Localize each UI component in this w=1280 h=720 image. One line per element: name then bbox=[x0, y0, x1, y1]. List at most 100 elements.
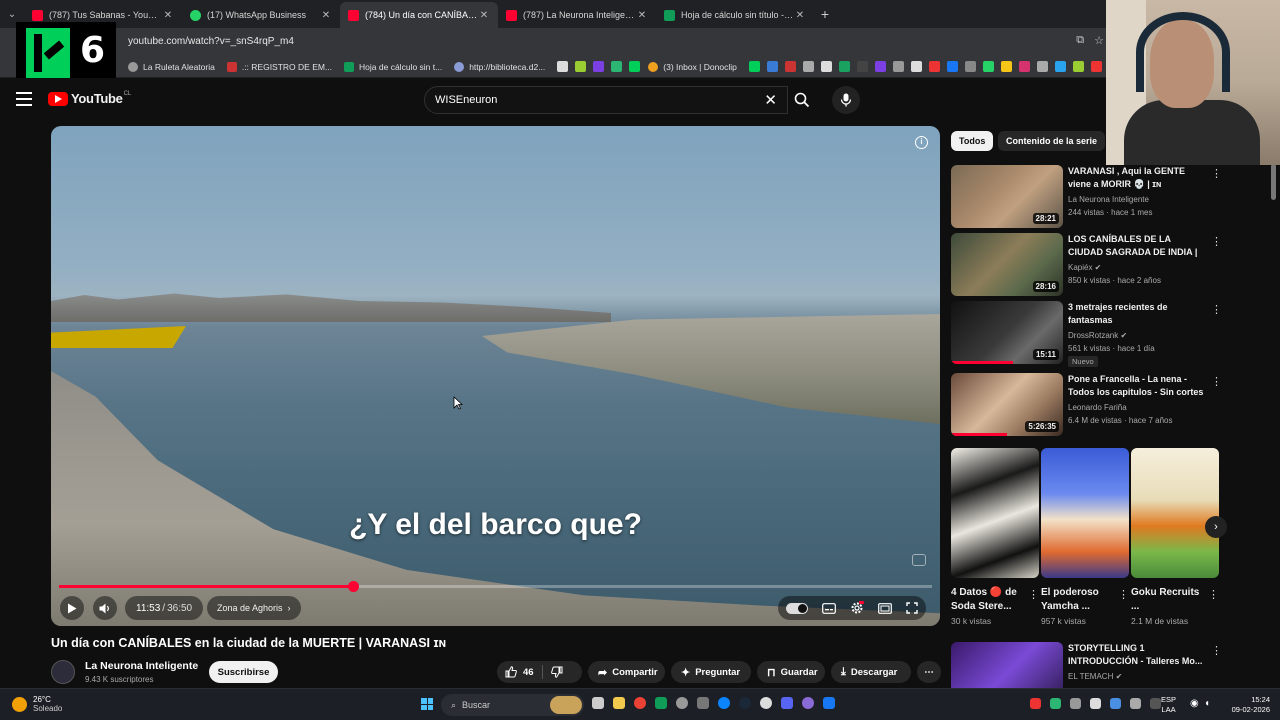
shorts-thumbnail[interactable] bbox=[1041, 448, 1129, 578]
recommendation-channel[interactable]: DrossRotzank ✔ bbox=[1068, 331, 1127, 340]
progress-bar[interactable] bbox=[59, 581, 932, 592]
search-input[interactable]: WISEneuron ✕ bbox=[424, 86, 788, 114]
recommendation-channel[interactable]: La Neurona Inteligente bbox=[1068, 195, 1149, 204]
bookmark-icon[interactable] bbox=[874, 61, 886, 72]
play-button[interactable] bbox=[60, 596, 84, 620]
recommendation-item[interactable]: 15:11 3 metrajes recientes de fantasmas … bbox=[951, 301, 1231, 367]
chip-serie[interactable]: Contenido de la serie bbox=[998, 131, 1106, 151]
bookmark-icon[interactable] bbox=[892, 61, 904, 72]
input-language[interactable]: ESP LAA bbox=[1161, 695, 1176, 715]
bookmark-icon[interactable] bbox=[856, 61, 868, 72]
close-tab-icon[interactable]: ✕ bbox=[478, 10, 490, 21]
video-player[interactable]: i ¿Y el del barco que? 11:53 / 36:50 Zon… bbox=[51, 126, 940, 626]
channel-avatar[interactable] bbox=[51, 660, 75, 684]
theater-mode-icon[interactable] bbox=[878, 602, 892, 614]
hamburger-menu-icon[interactable] bbox=[16, 92, 32, 106]
bookmark-icon[interactable] bbox=[575, 61, 587, 72]
video-thumbnail[interactable]: 28:21 bbox=[951, 165, 1063, 228]
shorts-item[interactable]: 4 Datos 🔴 de Soda Stere... 30 k vistas ⋮ bbox=[951, 448, 1039, 626]
bookmark-icon[interactable] bbox=[928, 61, 940, 72]
edge-icon[interactable] bbox=[718, 697, 730, 709]
bookmark-icon[interactable] bbox=[766, 61, 778, 72]
close-tab-icon[interactable]: ✕ bbox=[636, 10, 648, 21]
app-icon[interactable] bbox=[823, 697, 835, 709]
more-vertical-icon[interactable]: ⋮ bbox=[1211, 644, 1222, 657]
video-thumbnail[interactable]: 5:26:35 bbox=[951, 373, 1063, 436]
recommendation-channel[interactable]: Kapiéx ✔ bbox=[1068, 263, 1101, 272]
bookmark-icon[interactable] bbox=[1018, 61, 1030, 72]
bookmark-icon[interactable] bbox=[1000, 61, 1012, 72]
shorts-item[interactable]: Goku Recruits ... 2.1 M de vistas ⋮ bbox=[1131, 448, 1219, 626]
weather-widget[interactable]: 26°C Soleado bbox=[12, 695, 62, 713]
windows-start-icon[interactable] bbox=[421, 698, 433, 710]
file-explorer-icon[interactable] bbox=[613, 697, 625, 709]
more-actions-button[interactable]: ⋯ bbox=[917, 661, 941, 683]
channel-name[interactable]: La Neurona Inteligente bbox=[85, 660, 198, 672]
task-view-icon[interactable] bbox=[592, 697, 604, 709]
shorts-item[interactable]: El poderoso Yamcha ... 957 k vistas ⋮ bbox=[1041, 448, 1129, 626]
bookmark-icon[interactable] bbox=[593, 61, 605, 72]
bookmark-icon[interactable] bbox=[910, 61, 922, 72]
more-vertical-icon[interactable]: ⋮ bbox=[1211, 235, 1222, 248]
video-thumbnail[interactable]: 28:16 bbox=[951, 233, 1063, 296]
tray-icon[interactable] bbox=[1130, 698, 1141, 709]
app-icon[interactable] bbox=[802, 697, 814, 709]
bookmark-icon[interactable] bbox=[982, 61, 994, 72]
settings-gear-icon[interactable] bbox=[676, 697, 688, 709]
dislike-button[interactable] bbox=[543, 661, 571, 683]
discord-icon[interactable] bbox=[781, 697, 793, 709]
chip-todos[interactable]: Todos bbox=[951, 131, 994, 151]
bookmark-item[interactable]: .:: REGISTRO DE EM... bbox=[226, 61, 332, 72]
speaker-icon[interactable]: ◖ bbox=[1204, 698, 1210, 709]
shorts-title[interactable]: El poderoso Yamcha ... bbox=[1041, 586, 1113, 614]
browser-tab-active[interactable]: (784) Un día con CANÍBALES en ✕ bbox=[340, 2, 498, 28]
tray-icon[interactable] bbox=[1110, 698, 1121, 709]
download-button[interactable]: ⤓ Descargar bbox=[831, 661, 911, 683]
tray-icon[interactable] bbox=[1070, 698, 1081, 709]
bookmark-icon[interactable] bbox=[820, 61, 832, 72]
search-button[interactable] bbox=[787, 86, 817, 114]
fullscreen-icon[interactable] bbox=[906, 602, 918, 614]
more-vertical-icon[interactable]: ⋮ bbox=[1211, 303, 1222, 316]
recommendation-channel[interactable]: EL TEMACH ✔ bbox=[1068, 672, 1122, 681]
autoplay-toggle[interactable] bbox=[786, 602, 808, 614]
recommendation-title[interactable]: STORYTELLING 1 INTRODUCCIÓN - Talleres M… bbox=[1068, 642, 1205, 668]
more-vertical-icon[interactable]: ⋮ bbox=[1211, 375, 1222, 388]
like-button[interactable]: 46 bbox=[497, 661, 542, 683]
chapter-button[interactable]: Zona de Aghoris › bbox=[207, 596, 301, 620]
close-tab-icon[interactable]: ✕ bbox=[794, 10, 806, 21]
bookmark-item[interactable]: http://biblioteca.d2... bbox=[454, 61, 545, 72]
more-vertical-icon[interactable]: ⋮ bbox=[1118, 588, 1129, 601]
more-vertical-icon[interactable]: ⋮ bbox=[1208, 588, 1219, 601]
share-button[interactable]: ➦ Compartir bbox=[588, 661, 665, 683]
bookmark-icon[interactable] bbox=[838, 61, 850, 72]
tray-icon[interactable] bbox=[1150, 698, 1161, 709]
save-button[interactable]: ⊓ Guardar bbox=[757, 661, 825, 683]
recommendation-channel[interactable]: Leonardo Fariña bbox=[1068, 403, 1127, 412]
bookmark-icon[interactable] bbox=[557, 61, 569, 72]
bookmark-icon[interactable] bbox=[1054, 61, 1066, 72]
url-text[interactable]: youtube.com/watch?v=_snS4rqP_m4 bbox=[128, 36, 294, 47]
shorts-next-button[interactable]: › bbox=[1205, 516, 1227, 538]
video-thumbnail[interactable]: 15:11 bbox=[951, 301, 1063, 364]
bookmark-item[interactable]: La Ruleta Aleatoria bbox=[128, 61, 215, 72]
new-tab-icon[interactable]: + bbox=[814, 6, 836, 22]
bookmark-icon[interactable] bbox=[629, 61, 641, 72]
bookmark-icon[interactable] bbox=[1036, 61, 1048, 72]
volume-button[interactable] bbox=[93, 596, 117, 620]
info-icon[interactable]: i bbox=[915, 136, 928, 149]
shorts-title[interactable]: 4 Datos 🔴 de Soda Stere... bbox=[951, 586, 1023, 614]
channel-watermark-icon[interactable] bbox=[912, 554, 926, 566]
tray-icon[interactable] bbox=[1090, 698, 1101, 709]
clear-search-icon[interactable]: ✕ bbox=[764, 91, 777, 109]
subscribe-button[interactable]: Suscribirse bbox=[209, 661, 278, 683]
recommendation-title[interactable]: LOS CANÍBALES DE LA CIUDAD SAGRADA DE IN… bbox=[1068, 233, 1205, 260]
youtube-logo[interactable]: YouTube CL bbox=[48, 91, 131, 106]
wifi-icon[interactable]: ◉ bbox=[1190, 698, 1199, 709]
recommendation-item[interactable]: 28:16 LOS CANÍBALES DE LA CIUDAD SAGRADA… bbox=[951, 233, 1231, 297]
sheets-icon[interactable] bbox=[655, 697, 667, 709]
chrome-icon[interactable] bbox=[634, 697, 646, 709]
browser-tab[interactable]: (17) WhatsApp Business ✕ bbox=[182, 2, 340, 28]
recommendation-title[interactable]: 3 metrajes recientes de fantasmas bbox=[1068, 301, 1205, 327]
install-app-icon[interactable]: ⧉ bbox=[1076, 34, 1084, 47]
